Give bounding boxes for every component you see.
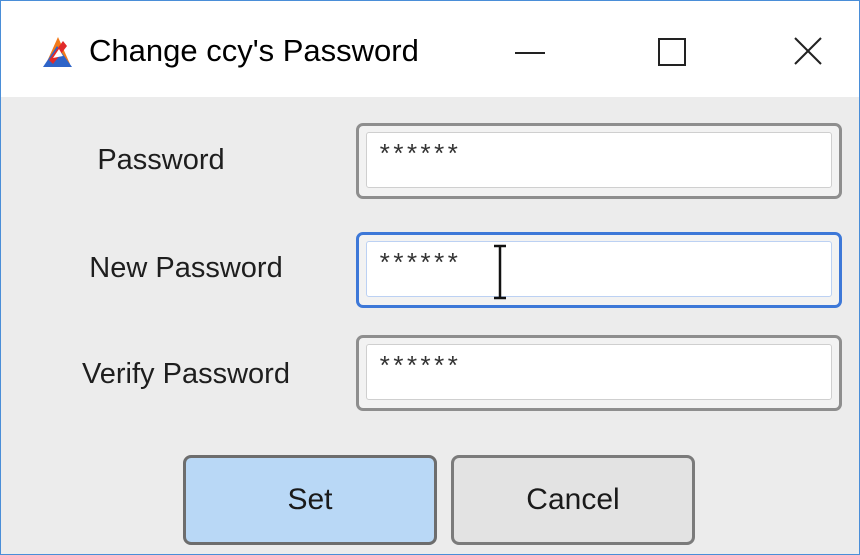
set-button[interactable]: Set	[183, 455, 437, 545]
new-password-label: New Password	[89, 252, 283, 284]
maximize-button[interactable]	[637, 21, 707, 81]
maximize-icon	[658, 38, 686, 66]
verify-password-value: ******	[377, 353, 461, 383]
close-icon	[794, 37, 822, 65]
title-bar[interactable]: Change ccy's Password	[1, 1, 859, 97]
dialog-body: Password ****** New Password ****** Veri…	[1, 97, 859, 554]
password-field[interactable]: ******	[356, 123, 842, 199]
new-password-field-inner[interactable]: ******	[366, 241, 832, 300]
verify-password-field[interactable]: ******	[356, 335, 842, 411]
new-password-value: ******	[377, 250, 461, 280]
password-label: Password	[97, 144, 225, 176]
change-password-dialog: Change ccy's Password Password ****** Ne…	[0, 0, 860, 555]
close-button[interactable]	[773, 21, 843, 81]
window-title: Change ccy's Password	[89, 33, 419, 68]
app-logo-icon	[39, 34, 75, 70]
verify-password-label: Verify Password	[82, 358, 290, 390]
minimize-button[interactable]	[495, 21, 565, 81]
minimize-icon	[515, 52, 545, 54]
password-value: ******	[377, 141, 461, 171]
text-cursor-icon	[491, 244, 509, 305]
new-password-field[interactable]: ******	[356, 232, 842, 308]
cancel-button[interactable]: Cancel	[451, 455, 695, 545]
verify-password-field-inner[interactable]: ******	[366, 344, 832, 400]
password-field-inner[interactable]: ******	[366, 132, 832, 188]
